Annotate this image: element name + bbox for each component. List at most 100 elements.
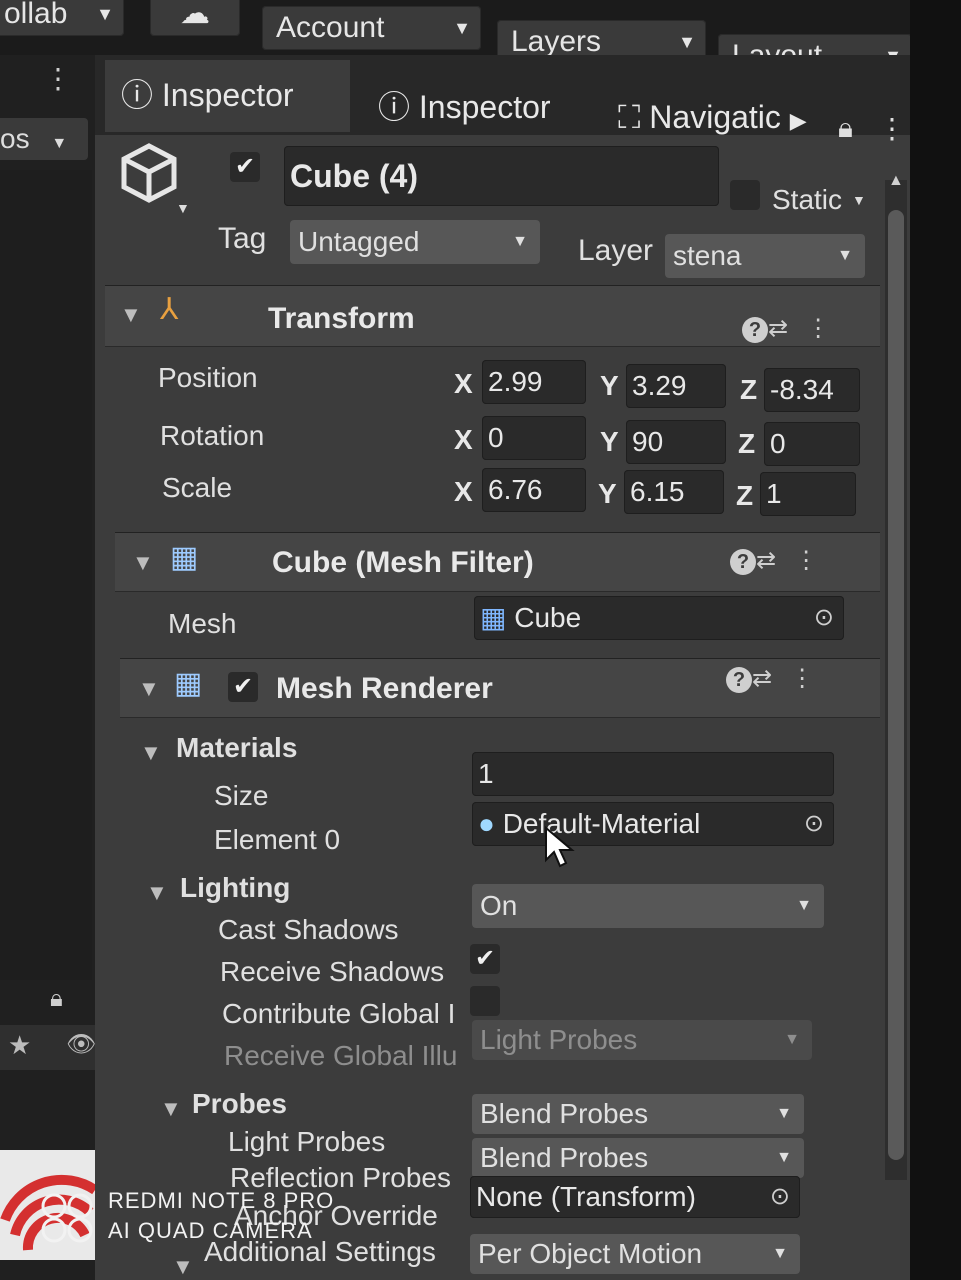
chevron-down-icon: ▼ [837,247,853,264]
preset-icon[interactable]: ⇄ [752,665,790,692]
foldout-arrow-icon[interactable]: ▼ [138,676,160,702]
element0-object-field[interactable]: ● Default-Material ⊙ [472,802,834,846]
top-toolbar: ollab ▼ ☁ Account ▼ Layers ▼ Layout ▼ [0,0,961,78]
left-tab-partial[interactable]: os ▼ [0,118,88,160]
foldout-arrow-icon[interactable]: ▼ [146,880,168,906]
account-dropdown[interactable]: Account ▼ [262,6,481,50]
transform-title: Transform [268,302,415,335]
rotation-y-field[interactable]: 90 [626,420,726,464]
tab-inspector-1[interactable]: ⓘ Inspector [105,60,350,132]
collab-button[interactable]: ollab ▼ [0,0,124,36]
motion-vectors-dropdown[interactable]: Per Object Motion ▼ [470,1234,800,1274]
transform-icon: ⅄ [160,293,179,326]
scene-view-area[interactable] [0,170,92,980]
help-icon[interactable]: ? [742,317,768,343]
scale-x-label[interactable]: X [454,476,473,508]
layer-dropdown[interactable]: stena ▼ [665,234,865,278]
account-label: Account [276,11,385,44]
left-menu-icon[interactable]: ⋮ [44,62,72,95]
position-z-label[interactable]: Z [740,374,757,406]
chevron-down-icon[interactable]: ▼ [176,200,190,216]
lock-icon[interactable]: 🔒︎ [50,985,63,1013]
hidden-eye-icon[interactable]: 👁︎ [66,1030,96,1059]
position-y-label[interactable]: Y [600,370,619,402]
inspector-scrollbar-thumb[interactable] [888,210,904,1160]
gameobject-name-field[interactable]: Cube (4) [284,146,719,206]
inspector-lock-icon[interactable]: 🔒︎ [838,112,853,145]
cloud-button[interactable]: ☁ [150,0,240,36]
object-picker-icon[interactable]: ⊙ [770,1176,790,1218]
scale-z-value: 1 [766,478,782,509]
preset-icon[interactable]: ⇄ [756,547,794,574]
scale-y-value: 6.15 [630,476,685,507]
foldout-arrow-icon[interactable]: ▼ [132,550,154,576]
mesh-renderer-enabled-checkbox[interactable]: ✔ [228,672,258,702]
chevron-down-icon: ▼ [512,233,528,250]
scale-y-label[interactable]: Y [598,478,617,510]
receive-gi-dropdown: Light Probes ▼ [472,1020,812,1060]
preset-icon[interactable]: ⇄ [768,315,806,342]
element0-value: Default-Material [502,808,701,839]
position-y-field[interactable]: 3.29 [626,364,726,408]
receive-shadows-label: Receive Shadows [220,956,445,987]
chevron-down-icon: ▼ [796,897,812,914]
left-tab-label: os [0,123,30,154]
receive-gi-value: Light Probes [480,1024,638,1055]
help-icon[interactable]: ? [726,667,752,693]
scale-y-field[interactable]: 6.15 [624,470,724,514]
position-z-field[interactable]: -8.34 [764,368,860,412]
light-probes-dropdown[interactable]: Blend Probes ▼ [472,1094,804,1134]
scale-z-label[interactable]: Z [736,480,753,512]
foldout-arrow-icon[interactable]: ▼ [160,1096,182,1122]
rotation-z-value: 0 [770,428,786,459]
scroll-up-icon[interactable]: ▲ [888,172,904,190]
scale-label: Scale [162,472,233,503]
rotation-z-label[interactable]: Z [738,428,755,460]
scale-x-field[interactable]: 6.76 [482,468,586,512]
receive-gi-label: Receive Global Illu [224,1040,458,1071]
inspector-menu-icon[interactable]: ⋮ [878,112,906,145]
collab-label: ollab [4,0,68,30]
component-menu-icon[interactable]: ⋮ [806,315,848,342]
object-picker-icon[interactable]: ⊙ [804,802,824,846]
contribute-gi-checkbox[interactable] [470,986,500,1016]
scale-z-field[interactable]: 1 [760,472,856,516]
rotation-y-value: 90 [632,426,664,457]
help-icon[interactable]: ? [730,549,756,575]
chevron-down-icon[interactable]: ▼ [852,192,866,208]
tab-inspector-2[interactable]: ⓘ Inspector [378,72,598,144]
gameobject-active-checkbox[interactable]: ✔ [230,152,260,182]
mesh-renderer-title: Mesh Renderer [276,672,493,705]
tab-inspector-1-label: Inspector [161,77,294,113]
receive-shadows-checkbox[interactable]: ✔ [470,944,500,974]
tag-dropdown[interactable]: Untagged ▼ [290,220,540,264]
anchor-override-field[interactable]: None (Transform) ⊙ [470,1176,800,1218]
foldout-arrow-icon[interactable]: ▼ [120,302,142,328]
rotation-x-label[interactable]: X [454,424,473,456]
tag-value: Untagged [298,226,420,257]
foldout-arrow-icon[interactable]: ▼ [172,1254,194,1280]
reflection-probes-dropdown[interactable]: Blend Probes ▼ [472,1138,804,1178]
component-menu-icon[interactable]: ⋮ [794,547,836,574]
position-x-label[interactable]: X [454,368,473,400]
rotation-y-label[interactable]: Y [600,426,619,458]
mesh-object-field[interactable]: ▦ Cube ⊙ [474,596,844,640]
static-checkbox[interactable] [730,180,760,210]
foldout-arrow-icon[interactable]: ▼ [140,740,162,766]
component-menu-icon[interactable]: ⋮ [790,665,832,692]
tab-navigation[interactable]: ⛶ Navigatic ▶ [618,82,818,154]
rotation-z-field[interactable]: 0 [764,422,860,466]
mesh-filter-icon: ▦ [170,541,199,574]
mesh-asset-icon: ▦ [480,602,507,633]
size-field[interactable]: 1 [472,752,834,796]
chevron-down-icon: ▼ [51,135,68,152]
star-icon[interactable]: ★ [8,1030,31,1061]
position-x-value: 2.99 [488,366,543,397]
chevron-down-icon: ▼ [776,1149,792,1166]
scroll-right-icon[interactable]: ▶ [790,108,807,133]
object-picker-icon[interactable]: ⊙ [814,596,834,640]
rotation-x-field[interactable]: 0 [482,416,586,460]
position-x-field[interactable]: 2.99 [482,360,586,404]
chevron-down-icon: ▼ [453,18,471,38]
cast-shadows-dropdown[interactable]: On ▼ [472,884,824,928]
